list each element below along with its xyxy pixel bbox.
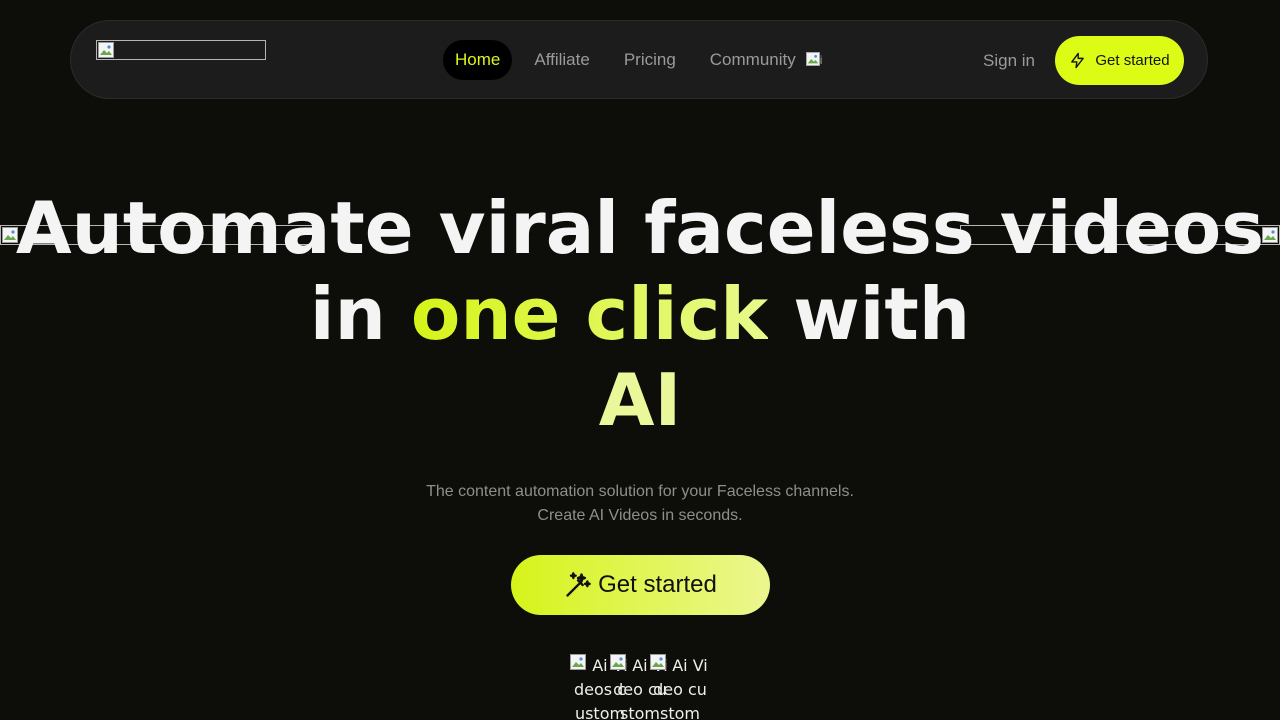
- logo-image[interactable]: [96, 40, 266, 60]
- sign-in-link[interactable]: Sign in: [983, 40, 1035, 80]
- subtitle-line-1: The content automation solution for your…: [426, 483, 854, 500]
- hero-get-started-label: Get started: [598, 571, 717, 598]
- broken-image-icon: [610, 654, 626, 670]
- broken-image-icon: [805, 52, 820, 66]
- nav-community[interactable]: Community i: [699, 40, 837, 80]
- nav-get-started-button[interactable]: Get started: [1055, 36, 1184, 85]
- avatar: Ai Video custom: [610, 654, 668, 720]
- hero-get-started-button[interactable]: Get started: [511, 555, 770, 615]
- nav-links: Home Affiliate Pricing Community i: [443, 40, 837, 80]
- page: Home Affiliate Pricing Community i Sign …: [0, 0, 1280, 720]
- lightning-icon: [1071, 52, 1085, 69]
- community-image: i: [805, 52, 826, 68]
- headline-accent: one click: [410, 272, 769, 356]
- nav-home[interactable]: Home: [443, 40, 513, 80]
- hero-subtitle: The content automation solution for your…: [0, 480, 1280, 528]
- nav-pricing[interactable]: Pricing: [613, 40, 687, 80]
- avatar: Ai Videos custom: [570, 654, 628, 720]
- broken-image-icon: [570, 654, 586, 670]
- broken-image-icon: [98, 42, 114, 58]
- subtitle-line-2: Create AI Videos in seconds.: [537, 507, 743, 524]
- nav-affiliate[interactable]: Affiliate: [523, 40, 600, 80]
- headline-part-2: with: [768, 272, 971, 356]
- broken-image-icon: [650, 654, 666, 670]
- headline-ai: AI: [598, 358, 682, 442]
- magic-wand-icon: [566, 572, 591, 597]
- nav-get-started-label: Get started: [1095, 52, 1170, 69]
- hero-headline: Automate viral faceless videos in one cl…: [0, 185, 1280, 443]
- community-image-alt: i: [819, 53, 823, 67]
- navbar: Home Affiliate Pricing Community i Sign …: [70, 20, 1208, 99]
- avatar: Ai Video custom: [650, 654, 708, 720]
- nav-community-label: Community: [709, 50, 796, 69]
